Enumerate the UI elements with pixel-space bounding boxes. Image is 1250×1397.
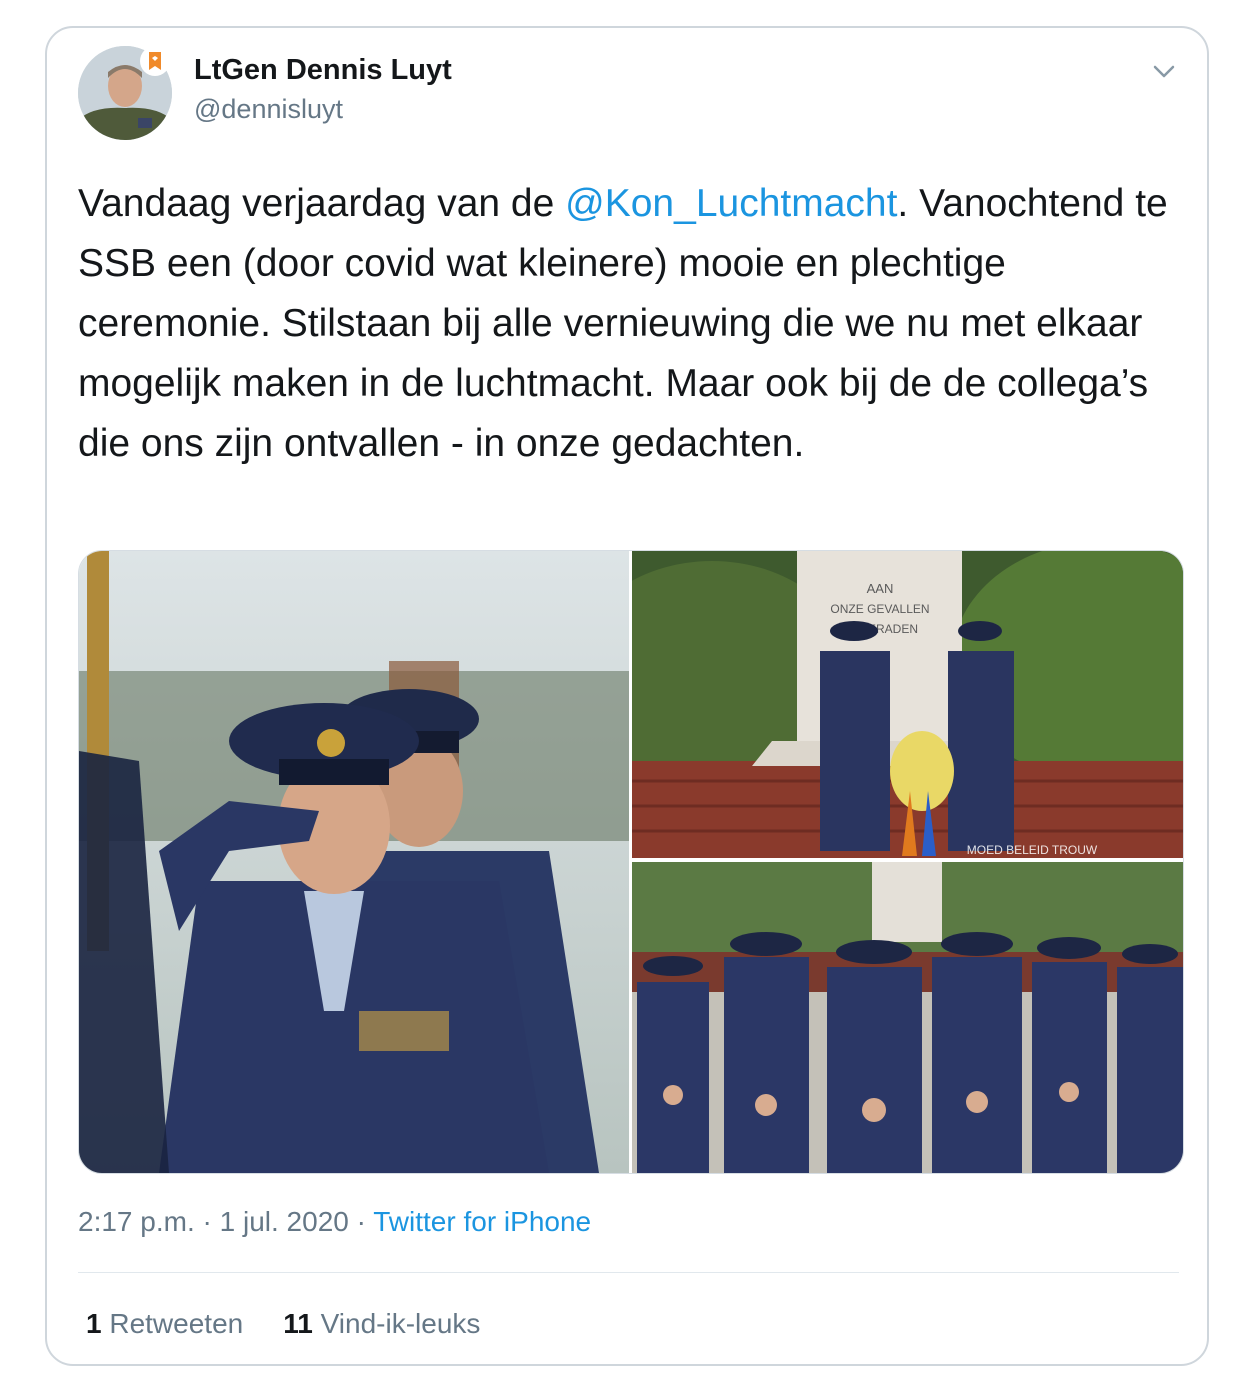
media-grid: AAN ONZE GEVALLEN KAMERADEN MOED BELEID … bbox=[78, 550, 1184, 1174]
likes-label: Vind-ik-leuks bbox=[320, 1308, 481, 1339]
retweets-stat[interactable]: 1 Retweeten bbox=[86, 1308, 243, 1340]
tweet-time[interactable]: 2:17 p.m. bbox=[78, 1206, 195, 1237]
author-handle[interactable]: @dennisluyt bbox=[194, 94, 343, 125]
tweet-text-part: Vandaag verjaardag van de bbox=[78, 182, 566, 225]
photo-memorial-salute[interactable]: AAN ONZE GEVALLEN KAMERADEN MOED BELEID … bbox=[632, 551, 1183, 858]
retweets-label: Retweeten bbox=[109, 1308, 244, 1339]
tweet-text: Vandaag verjaardag van de @Kon_Luchtmach… bbox=[78, 174, 1188, 474]
meta-separator: · bbox=[202, 1206, 212, 1237]
photo-saluting-officers[interactable] bbox=[79, 551, 629, 1173]
memorial-line-2: ONZE GEVALLEN bbox=[830, 602, 929, 616]
tweet-source-link[interactable]: Twitter for iPhone bbox=[373, 1206, 591, 1237]
tweet-date[interactable]: 1 jul. 2020 bbox=[220, 1206, 349, 1237]
tweet-stats: 1 Retweeten 11 Vind-ik-leuks bbox=[86, 1308, 480, 1340]
meta-separator: · bbox=[356, 1206, 366, 1237]
tweet-card: LtGen Dennis Luyt @dennisluyt Vandaag ve… bbox=[45, 26, 1209, 1366]
watermark-text: MOED BELEID TROUW bbox=[967, 843, 1098, 857]
memorial-line-1: AAN bbox=[867, 581, 894, 596]
mention-link[interactable]: @Kon_Luchtmacht bbox=[565, 182, 897, 225]
retweets-count: 1 bbox=[86, 1308, 102, 1339]
likes-stat[interactable]: 11 Vind-ik-leuks bbox=[283, 1308, 480, 1340]
photo-officers-lined-up[interactable] bbox=[632, 862, 1183, 1173]
author-name[interactable]: LtGen Dennis Luyt bbox=[194, 54, 452, 87]
chevron-down-icon[interactable] bbox=[1149, 56, 1179, 86]
tweet-meta: 2:17 p.m. · 1 jul. 2020 · Twitter for iP… bbox=[78, 1206, 591, 1238]
likes-count: 11 bbox=[283, 1308, 313, 1339]
badge-icon bbox=[140, 46, 170, 76]
divider bbox=[78, 1272, 1179, 1273]
